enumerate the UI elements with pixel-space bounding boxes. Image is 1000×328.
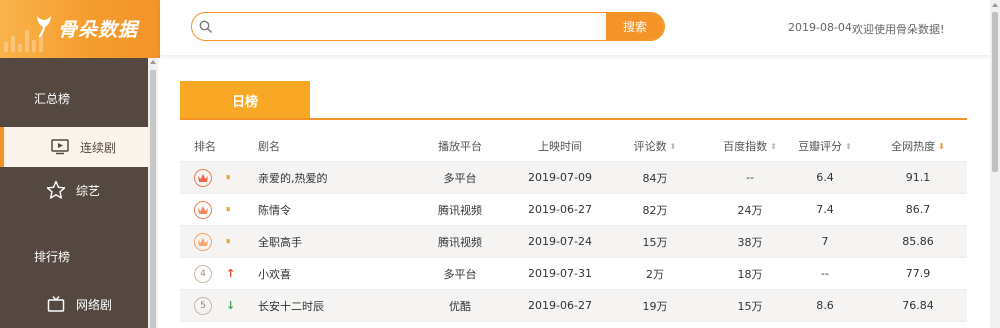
table-row[interactable]: ⏸ 全职高手 腾讯视频 2019-07-24 15万 38万 7 85.86: [180, 226, 967, 258]
crown-icon: [194, 232, 212, 251]
search-button[interactable]: 搜索: [606, 13, 664, 40]
sidebar-scrollbar[interactable]: [148, 58, 158, 328]
sidebar-item-label: 综艺: [76, 183, 101, 198]
trend-down-icon: ↓: [226, 299, 236, 312]
douban-score: 6.4: [816, 171, 834, 184]
header-date: 上映时间: [538, 140, 582, 153]
platform: 多平台: [443, 267, 477, 281]
header-comments[interactable]: 评论数 ⬍: [610, 131, 700, 161]
header-label: 百度指数: [723, 140, 768, 153]
header-label: 豆瓣评分: [798, 140, 843, 153]
sort-icon[interactable]: ⬍: [845, 142, 852, 151]
comments: 82万: [642, 203, 668, 217]
crown-icon: [194, 200, 212, 219]
current-date: 2019-08-04: [788, 21, 852, 34]
header-heat[interactable]: 全网热度 ⬇: [868, 131, 968, 161]
trend-flat-icon: ⏸: [226, 204, 231, 215]
logo[interactable]: 骨朵数据: [0, 0, 160, 58]
header-platform: 播放平台: [438, 140, 482, 153]
table-row[interactable]: 4 ↑ 小欢喜 多平台 2019-07-31 2万 18万 -- 77.9: [180, 258, 967, 290]
platform: 多平台: [443, 171, 477, 185]
top-bar: 搜索 2019-08-04 欢迎使用骨朵数据!: [160, 0, 990, 55]
douban-score: 8.6: [816, 299, 834, 312]
flower-logo-icon: [37, 16, 51, 38]
sidebar-item-variety[interactable]: 综艺: [0, 170, 148, 210]
search-icon: [192, 13, 218, 40]
show-name[interactable]: 小欢喜: [258, 258, 291, 289]
platform: 优酷: [449, 299, 471, 313]
trend-flat-icon: ⏸: [226, 236, 231, 247]
comments: 19万: [642, 299, 668, 313]
release-date: 2019-07-31: [528, 267, 592, 280]
rank-number: 4: [194, 264, 212, 283]
comments: 15万: [642, 235, 668, 249]
search-input[interactable]: [218, 13, 606, 40]
show-name[interactable]: 亲爱的,热爱的: [258, 162, 328, 193]
heat: 85.86: [902, 235, 934, 248]
logo-text: 骨朵数据: [58, 19, 139, 41]
main-scrollbar[interactable]: [990, 0, 1000, 328]
comments: 84万: [642, 171, 668, 185]
scrollbar-thumb[interactable]: [150, 70, 156, 328]
release-date: 2019-07-09: [528, 171, 592, 184]
tab-daily[interactable]: 日榜: [180, 81, 310, 119]
sort-desc-icon[interactable]: ⬇: [938, 142, 945, 151]
platform: 腾讯视频: [438, 235, 482, 249]
header-score[interactable]: 豆瓣评分 ⬍: [775, 131, 875, 161]
tv-set-icon: [46, 294, 66, 314]
heat: 86.7: [905, 203, 931, 216]
release-date: 2019-07-24: [528, 235, 592, 248]
table-row[interactable]: ⏸ 陈情令 腾讯视频 2019-06-27 82万 24万 7.4 86.7: [180, 194, 967, 226]
sidebar-group-ranking: 排行榜: [34, 250, 71, 264]
search-box: 搜索: [191, 12, 665, 41]
sidebar-item-label: 连续剧: [80, 140, 117, 155]
sidebar-item-label: 网络剧: [76, 297, 113, 312]
release-date: 2019-06-27: [528, 203, 592, 216]
sidebar-item-web[interactable]: 网络剧: [0, 284, 148, 324]
table-header-row: 排名 剧名 播放平台 上映时间 评论数 ⬍ 百度指数 ⬍ 豆瓣评分 ⬍ 全网热度 ⬇: [180, 131, 967, 162]
platform: 腾讯视频: [438, 203, 482, 217]
heat: 91.1: [905, 171, 931, 184]
tv-icon: [50, 137, 70, 157]
scroll-up-arrow-icon[interactable]: [992, 3, 998, 7]
sidebar-group-summary: 汇总榜: [34, 92, 71, 106]
header-rank: 排名: [194, 140, 216, 153]
show-name[interactable]: 陈情令: [258, 194, 291, 225]
douban-score: --: [821, 267, 829, 280]
trend-flat-icon: ⏸: [226, 172, 231, 183]
show-name[interactable]: 全职高手: [258, 226, 302, 257]
sort-icon[interactable]: ⬍: [670, 142, 677, 151]
douban-score: 7.4: [816, 203, 834, 216]
scroll-up-arrow-icon[interactable]: [150, 60, 156, 64]
header-label: 评论数: [633, 140, 667, 153]
sidebar-item-series[interactable]: 连续剧: [0, 127, 148, 167]
header-name: 剧名: [258, 140, 280, 153]
heat: 76.84: [902, 299, 934, 312]
tab-underline: [180, 118, 967, 120]
crown-icon: [194, 168, 212, 187]
header-label: 全网热度: [891, 140, 936, 153]
table-row[interactable]: 5 ↓ 长安十二时辰 优酷 2019-06-27 19万 15万 8.6 76.…: [180, 290, 967, 322]
welcome-text: 欢迎使用骨朵数据!: [852, 23, 945, 36]
douban-score: 7: [821, 235, 829, 248]
trend-up-icon: ↑: [226, 267, 236, 280]
heat: 77.9: [905, 267, 931, 280]
rank-number: 5: [194, 296, 212, 315]
table-row[interactable]: ⏸ 亲爱的,热爱的 多平台 2019-07-09 84万 -- 6.4 91.1: [180, 162, 967, 194]
star-icon: [46, 180, 66, 200]
release-date: 2019-06-27: [528, 299, 592, 312]
scrollbar-thumb[interactable]: [992, 12, 998, 172]
ranking-table: 排名 剧名 播放平台 上映时间 评论数 ⬍ 百度指数 ⬍ 豆瓣评分 ⬍ 全网热度 ⬇ ⏸…: [180, 131, 967, 322]
comments: 2万: [646, 267, 664, 281]
show-name[interactable]: 长安十二时辰: [258, 290, 324, 321]
